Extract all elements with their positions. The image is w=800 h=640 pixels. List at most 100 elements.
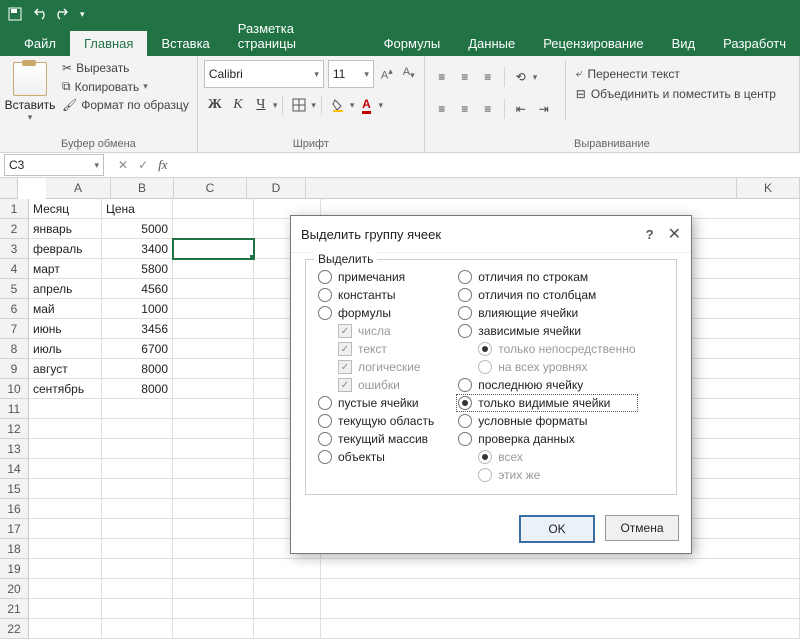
cell[interactable] xyxy=(173,459,254,479)
cell[interactable] xyxy=(173,399,254,419)
row-head[interactable]: 3 xyxy=(0,239,29,259)
cell[interactable] xyxy=(254,559,321,579)
opt-formulas[interactable]: формулы xyxy=(318,306,434,320)
align-bottom-icon[interactable]: ≡ xyxy=(477,66,499,88)
format-painter-button[interactable]: 🖌Формат по образцу xyxy=(60,97,191,113)
underline-button[interactable]: Ч xyxy=(250,94,272,116)
cell[interactable] xyxy=(102,479,173,499)
cell[interactable] xyxy=(173,619,254,639)
opt-current-array[interactable]: текущий массив xyxy=(318,432,434,446)
qat-customize-icon[interactable]: ▾ xyxy=(80,9,85,20)
name-box[interactable]: C3▾ xyxy=(4,154,104,176)
cell[interactable]: июнь xyxy=(29,319,102,339)
opt-constants[interactable]: константы xyxy=(318,288,434,302)
cell[interactable] xyxy=(102,419,173,439)
cell[interactable]: июль xyxy=(29,339,102,359)
cell[interactable] xyxy=(173,359,254,379)
help-icon[interactable]: ? xyxy=(646,227,654,242)
accept-formula-icon[interactable]: ✓ xyxy=(138,158,148,172)
cell[interactable] xyxy=(102,519,173,539)
opt-current-region[interactable]: текущую область xyxy=(318,414,434,428)
cell[interactable]: Месяц xyxy=(29,199,102,219)
opt-objects[interactable]: объекты xyxy=(318,450,434,464)
cell[interactable]: март xyxy=(29,259,102,279)
cell[interactable] xyxy=(173,219,254,239)
row-head[interactable]: 4 xyxy=(0,259,29,279)
cell[interactable] xyxy=(321,619,800,639)
cell[interactable] xyxy=(29,519,102,539)
cell[interactable] xyxy=(173,499,254,519)
cell[interactable] xyxy=(29,399,102,419)
row-head[interactable]: 2 xyxy=(0,219,29,239)
cell[interactable] xyxy=(173,339,254,359)
fx-icon[interactable]: fx xyxy=(158,157,167,173)
row-head[interactable]: 9 xyxy=(0,359,29,379)
cell[interactable] xyxy=(29,499,102,519)
opt-visible-only[interactable]: только видимые ячейки xyxy=(458,396,635,410)
opt-blanks[interactable]: пустые ячейки xyxy=(318,396,434,410)
cell[interactable] xyxy=(29,579,102,599)
tab-formulas[interactable]: Формулы xyxy=(370,31,455,56)
cell[interactable] xyxy=(173,299,254,319)
cell[interactable] xyxy=(173,599,254,619)
ok-button[interactable]: OK xyxy=(519,515,595,543)
row-head[interactable]: 19 xyxy=(0,559,29,579)
cell[interactable]: 5800 xyxy=(102,259,173,279)
opt-last-cell[interactable]: последнюю ячейку xyxy=(458,378,635,392)
align-middle-icon[interactable]: ≡ xyxy=(454,66,476,88)
row-head[interactable]: 22 xyxy=(0,619,29,639)
cell[interactable] xyxy=(173,199,254,219)
cell[interactable] xyxy=(102,579,173,599)
cell[interactable] xyxy=(102,439,173,459)
tab-data[interactable]: Данные xyxy=(454,31,529,56)
align-right-icon[interactable]: ≡ xyxy=(477,98,499,120)
cell[interactable] xyxy=(173,519,254,539)
cell[interactable]: 3400 xyxy=(102,239,173,259)
cell[interactable] xyxy=(173,239,254,259)
opt-precedents[interactable]: влияющие ячейки xyxy=(458,306,635,320)
col-head-c[interactable]: C xyxy=(174,178,247,199)
cell[interactable] xyxy=(321,559,800,579)
cell[interactable] xyxy=(173,579,254,599)
cell[interactable] xyxy=(29,419,102,439)
cut-button[interactable]: ✂Вырезать xyxy=(60,60,191,76)
tab-layout[interactable]: Разметка страницы xyxy=(224,16,370,56)
cell[interactable]: 3456 xyxy=(102,319,173,339)
cell[interactable] xyxy=(29,539,102,559)
row-head[interactable]: 5 xyxy=(0,279,29,299)
cell[interactable]: август xyxy=(29,359,102,379)
cell[interactable] xyxy=(173,259,254,279)
fill-color-button[interactable] xyxy=(327,94,349,116)
cell[interactable] xyxy=(102,599,173,619)
cell[interactable]: май xyxy=(29,299,102,319)
merge-center-button[interactable]: ⊟Объединить и поместить в центр xyxy=(576,87,776,101)
col-head-b[interactable]: B xyxy=(111,178,174,199)
cell[interactable] xyxy=(102,459,173,479)
row-head[interactable]: 16 xyxy=(0,499,29,519)
cell[interactable] xyxy=(173,319,254,339)
cell[interactable]: 5000 xyxy=(102,219,173,239)
tab-file[interactable]: Файл xyxy=(10,31,70,56)
row-head[interactable]: 21 xyxy=(0,599,29,619)
row-head[interactable]: 7 xyxy=(0,319,29,339)
cell[interactable]: 6700 xyxy=(102,339,173,359)
cell[interactable] xyxy=(173,479,254,499)
opt-data-validation[interactable]: проверка данных xyxy=(458,432,635,446)
paste-button[interactable]: Вставить ▾ xyxy=(6,60,54,125)
tab-home[interactable]: Главная xyxy=(70,31,147,56)
cell[interactable] xyxy=(173,559,254,579)
increase-font-icon[interactable]: A▴ xyxy=(378,66,396,82)
cell[interactable] xyxy=(29,439,102,459)
cell[interactable] xyxy=(102,619,173,639)
cell[interactable] xyxy=(173,279,254,299)
cell[interactable] xyxy=(254,619,321,639)
font-size-select[interactable]: 11▾ xyxy=(328,60,374,88)
col-head-a[interactable]: A xyxy=(46,178,111,199)
row-head[interactable]: 13 xyxy=(0,439,29,459)
align-center-icon[interactable]: ≡ xyxy=(454,98,476,120)
cell[interactable] xyxy=(29,559,102,579)
italic-button[interactable]: К xyxy=(227,94,249,116)
cell[interactable] xyxy=(173,539,254,559)
col-head-k[interactable]: K xyxy=(737,178,800,199)
cell[interactable]: 8000 xyxy=(102,379,173,399)
